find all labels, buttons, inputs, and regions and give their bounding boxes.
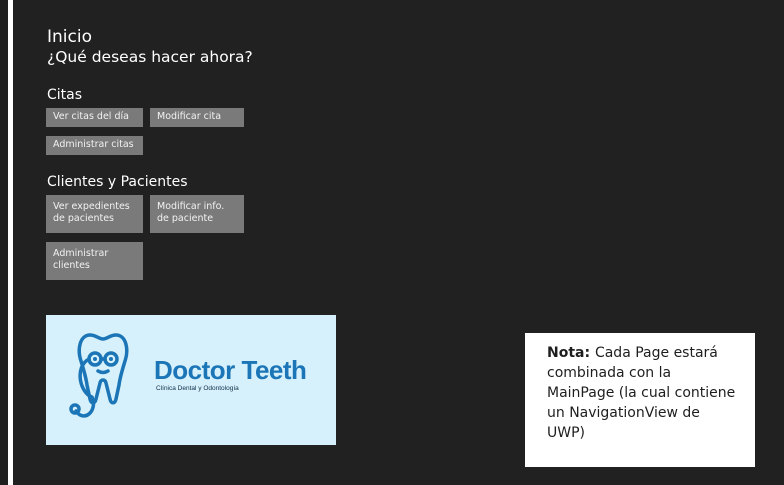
navigation-pane-edge (0, 0, 8, 485)
inicio-page: Inicio ¿Qué deseas hacer ahora? Citas Ve… (13, 0, 784, 485)
logo-brand-text: Doctor Teeth (154, 355, 307, 385)
note-box: Nota: Cada Page estará combinada con la … (525, 333, 755, 467)
section-title-citas: Citas (47, 87, 83, 103)
administrar-clientes-label-line2: clientes (53, 260, 90, 271)
modificar-info-button[interactable]: Modificar info. de paciente (150, 195, 244, 233)
section-title-clientes: Clientes y Pacientes (47, 174, 188, 190)
note-label: Nota: (547, 345, 595, 361)
logo-tagline: Clínica Dental y Odontología (156, 385, 239, 392)
ver-expedientes-label-line1: Ver expedientes (53, 201, 130, 212)
administrar-clientes-label-line1: Administrar (53, 248, 109, 259)
ver-citas-button[interactable]: Ver citas del día (46, 108, 143, 127)
modificar-cita-label: Modificar cita (157, 111, 222, 122)
page-subtitle: ¿Qué deseas hacer ahora? (47, 48, 253, 66)
ver-expedientes-button[interactable]: Ver expedientes de pacientes (46, 195, 143, 233)
administrar-citas-label: Administrar citas (53, 139, 134, 150)
modificar-info-label-line1: Modificar info. (157, 201, 225, 212)
window-edge (0, 0, 13, 485)
ver-citas-label: Ver citas del día (53, 111, 129, 122)
ver-expedientes-label-line2: de pacientes (53, 213, 114, 224)
administrar-clientes-button[interactable]: Administrar clientes (46, 242, 143, 280)
doctor-teeth-logo: Doctor Teeth Clínica Dental y Odontologí… (46, 315, 336, 445)
modificar-cita-button[interactable]: Modificar cita (150, 108, 244, 127)
administrar-citas-button[interactable]: Administrar citas (46, 136, 143, 155)
page-title: Inicio (47, 27, 92, 47)
modificar-info-label-line2: de paciente (157, 213, 214, 224)
